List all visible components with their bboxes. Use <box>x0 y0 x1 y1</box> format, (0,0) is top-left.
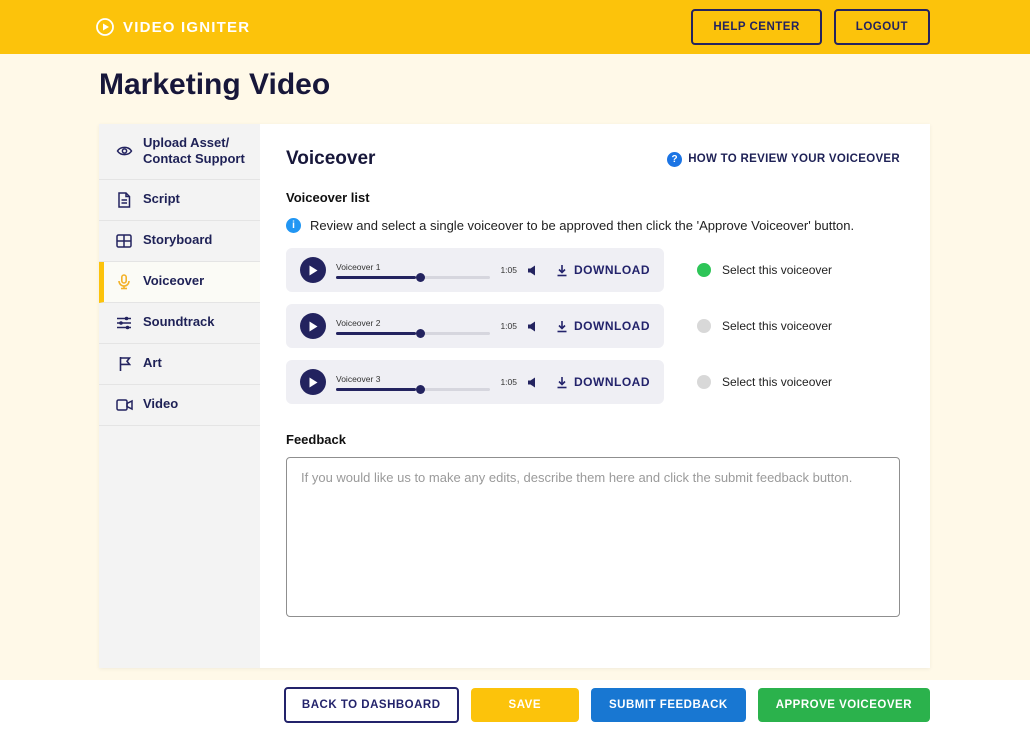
download-icon <box>556 320 568 333</box>
download-link[interactable]: DOWNLOAD <box>556 375 650 389</box>
select-radio[interactable] <box>697 263 711 277</box>
sidebar-item-soundtrack[interactable]: Soundtrack <box>99 303 260 344</box>
voiceover-list-title: Voiceover list <box>286 190 900 205</box>
volume-icon[interactable] <box>527 265 538 276</box>
volume-icon[interactable] <box>527 377 538 388</box>
section-title: Voiceover <box>286 148 375 170</box>
sidebar-item-script[interactable]: Script <box>99 180 260 221</box>
instruction-text: Review and select a single voiceover to … <box>310 218 854 233</box>
voiceover-row: Voiceover 2 1:05 DOWNLOAD <box>286 304 900 348</box>
seek-handle[interactable] <box>416 329 425 338</box>
how-to-review-label: HOW TO REVIEW YOUR VOICEOVER <box>688 153 900 165</box>
video-camera-icon <box>115 396 133 414</box>
sidebar-item-label: Art <box>143 355 162 371</box>
sidebar-item-label: Voiceover <box>143 273 204 289</box>
download-label: DOWNLOAD <box>574 263 650 277</box>
sidebar-item-label: Storyboard <box>143 232 212 248</box>
content-panel: Upload Asset/ Contact Support Script <box>99 124 930 668</box>
track-label: Voiceover 2 <box>336 318 490 328</box>
back-to-dashboard-button[interactable]: BACK TO DASHBOARD <box>284 687 459 723</box>
sidebar-item-video[interactable]: Video <box>99 385 260 426</box>
select-radio[interactable] <box>697 319 711 333</box>
flag-icon <box>115 355 133 373</box>
sidebar-item-upload-asset[interactable]: Upload Asset/ Contact Support <box>99 124 260 180</box>
download-link[interactable]: DOWNLOAD <box>556 263 650 277</box>
seek-handle[interactable] <box>416 273 425 282</box>
feedback-textarea[interactable] <box>286 457 900 617</box>
volume-icon[interactable] <box>527 321 538 332</box>
select-voiceover-option[interactable]: Select this voiceover <box>697 263 832 277</box>
sidebar-item-label: Video <box>143 396 178 412</box>
microphone-icon <box>115 273 133 291</box>
script-icon <box>115 191 133 209</box>
sidebar-item-label: Upload Asset/ Contact Support <box>143 135 250 168</box>
voiceover-row: Voiceover 3 1:05 DOWNLOAD <box>286 360 900 404</box>
logout-button[interactable]: LOGOUT <box>834 9 930 45</box>
bottom-action-bar: BACK TO DASHBOARD SAVE SUBMIT FEEDBACK A… <box>0 680 1030 729</box>
sidebar-item-storyboard[interactable]: Storyboard <box>99 221 260 262</box>
select-radio[interactable] <box>697 375 711 389</box>
info-circle-icon: i <box>286 218 301 233</box>
download-label: DOWNLOAD <box>574 319 650 333</box>
how-to-review-link[interactable]: ? HOW TO REVIEW YOUR VOICEOVER <box>667 152 900 167</box>
storyboard-icon <box>115 232 133 250</box>
download-label: DOWNLOAD <box>574 375 650 389</box>
track-time: 1:05 <box>500 265 517 275</box>
page-title: Marketing Video <box>99 68 330 102</box>
instruction-row: i Review and select a single voiceover t… <box>286 218 900 233</box>
brand-name: VIDEO IGNITER <box>123 19 250 36</box>
question-circle-icon: ? <box>667 152 682 167</box>
download-icon <box>556 376 568 389</box>
track-time: 1:05 <box>500 321 517 331</box>
audio-track[interactable]: Voiceover 1 <box>336 262 490 279</box>
audio-player: Voiceover 1 1:05 DOWNLOAD <box>286 248 664 292</box>
help-center-button[interactable]: HELP CENTER <box>691 9 821 45</box>
feedback-label: Feedback <box>286 432 900 447</box>
audio-track[interactable]: Voiceover 2 <box>336 318 490 335</box>
audio-player: Voiceover 3 1:05 DOWNLOAD <box>286 360 664 404</box>
play-button[interactable] <box>300 369 326 395</box>
play-button[interactable] <box>300 313 326 339</box>
sidebar-item-art[interactable]: Art <box>99 344 260 385</box>
audio-player: Voiceover 2 1:05 DOWNLOAD <box>286 304 664 348</box>
equalizer-icon <box>115 314 133 332</box>
top-bar: VIDEO IGNITER HELP CENTER LOGOUT <box>0 0 1030 54</box>
voiceover-row: Voiceover 1 1:05 DOWNLOAD <box>286 248 900 292</box>
sidebar-item-label: Soundtrack <box>143 314 215 330</box>
select-label: Select this voiceover <box>722 375 832 389</box>
play-button[interactable] <box>300 257 326 283</box>
sidebar-item-label: Script <box>143 191 180 207</box>
sidebar-item-voiceover[interactable]: Voiceover <box>99 262 260 303</box>
save-button[interactable]: SAVE <box>471 688 579 722</box>
download-icon <box>556 264 568 277</box>
select-voiceover-option[interactable]: Select this voiceover <box>697 375 832 389</box>
select-label: Select this voiceover <box>722 319 832 333</box>
voiceover-panel: Voiceover ? HOW TO REVIEW YOUR VOICEOVER… <box>260 124 930 668</box>
submit-feedback-button[interactable]: SUBMIT FEEDBACK <box>591 688 746 722</box>
select-label: Select this voiceover <box>722 263 832 277</box>
eye-icon <box>115 142 133 160</box>
select-voiceover-option[interactable]: Select this voiceover <box>697 319 832 333</box>
download-link[interactable]: DOWNLOAD <box>556 319 650 333</box>
track-label: Voiceover 1 <box>336 262 490 272</box>
approve-voiceover-button[interactable]: APPROVE VOICEOVER <box>758 688 930 722</box>
voiceover-players: Voiceover 1 1:05 DOWNLOAD <box>286 248 900 404</box>
sidebar: Upload Asset/ Contact Support Script <box>99 124 260 668</box>
video-igniter-logo-icon <box>95 17 115 37</box>
seek-handle[interactable] <box>416 385 425 394</box>
track-label: Voiceover 3 <box>336 374 490 384</box>
audio-track[interactable]: Voiceover 3 <box>336 374 490 391</box>
brand-logo: VIDEO IGNITER <box>95 17 250 37</box>
track-time: 1:05 <box>500 377 517 387</box>
